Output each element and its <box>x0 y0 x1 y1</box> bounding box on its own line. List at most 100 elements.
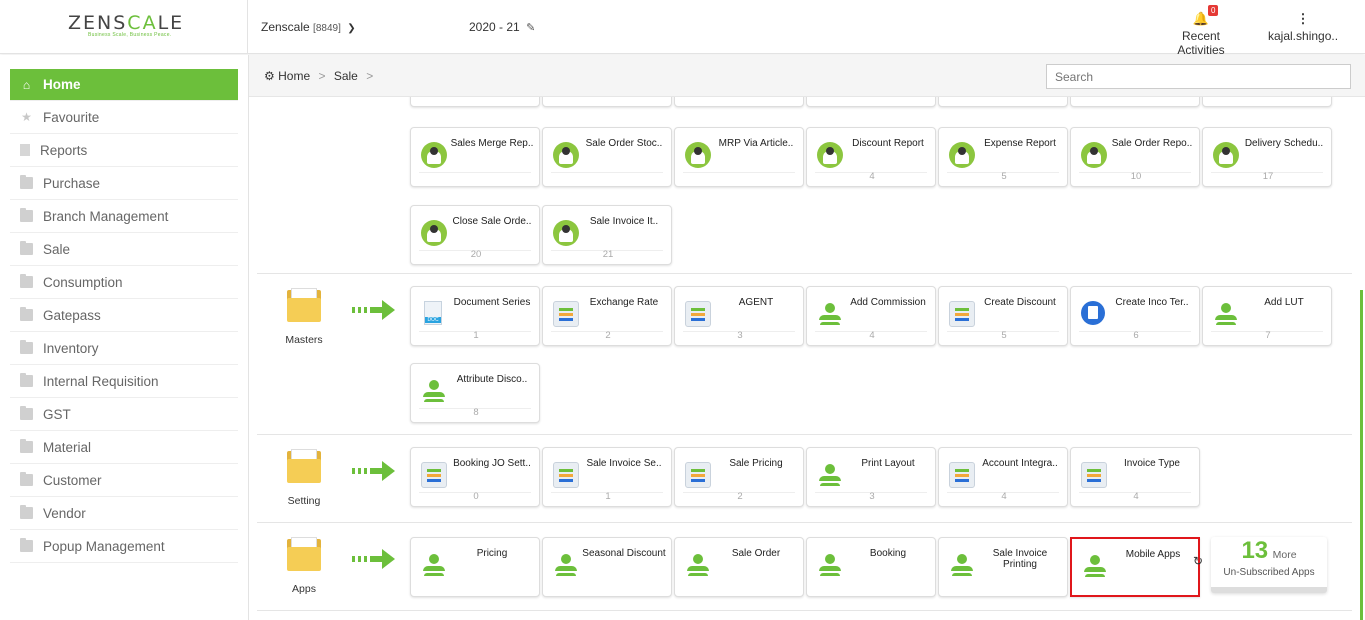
breadcrumb-home[interactable]: Home <box>278 69 310 83</box>
edit-icon[interactable]: ✎ <box>526 22 535 34</box>
master-card-document-series[interactable]: Document Series 1 <box>410 286 540 346</box>
card-number: 5 <box>1001 171 1007 182</box>
folder-icon <box>20 340 33 354</box>
app-card-pricing[interactable]: Pricing <box>410 537 540 597</box>
sidebar-item-favourite[interactable]: ★ Favourite <box>10 101 238 134</box>
sidebar-item-vendor[interactable]: Vendor <box>10 497 238 530</box>
sidebar-item-inventory[interactable]: Inventory <box>10 332 238 365</box>
user-icon <box>421 378 447 404</box>
report-card-partial[interactable] <box>410 97 540 107</box>
card-number: 3 <box>737 330 743 341</box>
master-card-exchange-rate[interactable]: Exchange Rate 2 <box>542 286 672 346</box>
main-content: Sales Merge Rep.. Sale Order Stoc.. MRP … <box>257 97 1352 620</box>
card-number: 17 <box>1262 171 1274 182</box>
report-card-sale-order-stock[interactable]: Sale Order Stoc.. <box>542 127 672 187</box>
master-card-attribute-discount[interactable]: Attribute Disco.. 8 <box>410 363 540 423</box>
report-card-sale-invoice-item[interactable]: Sale Invoice It.. 21 <box>542 205 672 265</box>
scrollbar[interactable] <box>1360 290 1363 620</box>
exchange-icon <box>553 301 579 327</box>
report-card-close-sale-order[interactable]: Close Sale Orde.. 20 <box>410 205 540 265</box>
app-card-mobile-apps[interactable]: Mobile Apps <box>1070 537 1200 597</box>
sidebar-item-branch-management[interactable]: Branch Management <box>10 200 238 233</box>
sidebar-item-material[interactable]: Material <box>10 431 238 464</box>
sidebar-item-customer[interactable]: Customer <box>10 464 238 497</box>
folder-icon <box>20 406 33 420</box>
breadcrumb-sale[interactable]: Sale <box>334 69 358 83</box>
logo[interactable]: ZENSCALE Business Scale, Business Peace. <box>0 0 248 54</box>
arrow-right-icon <box>352 461 402 481</box>
mobile-icon <box>421 462 447 488</box>
card-number: 4 <box>1001 491 1007 502</box>
report-card-delivery-schedule[interactable]: Delivery Schedu.. 17 <box>1202 127 1332 187</box>
report-card-partial[interactable] <box>674 97 804 107</box>
sidebar-item-consumption[interactable]: Consumption <box>10 266 238 299</box>
sidebar-item-popup-management[interactable]: Popup Management <box>10 530 238 563</box>
master-card-create-discount[interactable]: Create Discount 5 <box>938 286 1068 346</box>
card-number: 1 <box>473 330 479 341</box>
sidebar-item-home[interactable]: ⌂ Home <box>10 69 238 101</box>
master-card-add-lut[interactable]: Add LUT 7 <box>1202 286 1332 346</box>
user-icon <box>1213 301 1239 327</box>
arrow-right-icon <box>352 300 402 320</box>
card-title: Mobile Apps <box>1125 549 1181 560</box>
sidebar-item-gatepass[interactable]: Gatepass <box>10 299 238 332</box>
report-card-partial[interactable] <box>938 97 1068 107</box>
sidebar-item-label: Consumption <box>43 274 123 290</box>
sidebar-item-label: Vendor <box>43 505 86 521</box>
folder-icon <box>287 449 321 483</box>
setting-card-booking-jo[interactable]: Booking JO Sett.. 0 <box>410 447 540 507</box>
setting-card-sale-pricing[interactable]: Sale Pricing 2 <box>674 447 804 507</box>
sidebar-item-gst[interactable]: GST <box>10 398 238 431</box>
apps-folder[interactable]: Apps <box>279 537 329 595</box>
masters-section: Masters Document Series1 Exchange Rate2 … <box>257 274 1352 435</box>
report-card-discount-report[interactable]: Discount Report 4 <box>806 127 936 187</box>
company-selector[interactable]: Zenscale [8849] ❯ <box>261 20 356 34</box>
sidebar-item-purchase[interactable]: Purchase <box>10 167 238 200</box>
report-card-expense-report[interactable]: Expense Report 5 <box>938 127 1068 187</box>
refresh-icon[interactable]: ↻ <box>1193 554 1203 568</box>
report-card-sale-order-report[interactable]: Sale Order Repo.. 10 <box>1070 127 1200 187</box>
app-card-sale-invoice-printing[interactable]: Sale Invoice Printing <box>938 537 1068 597</box>
app-card-sale-order[interactable]: Sale Order <box>674 537 804 597</box>
user-menu[interactable]: ⋮ kajal.shingo.. <box>1268 9 1338 43</box>
report-card-partial[interactable] <box>1070 97 1200 107</box>
card-title: Delivery Schedu.. <box>1244 138 1324 149</box>
card-title: Add LUT <box>1264 297 1304 308</box>
user-icon <box>421 552 447 578</box>
card-number: 3 <box>869 491 875 502</box>
report-card-mrp-via-article[interactable]: MRP Via Article.. <box>674 127 804 187</box>
report-card-partial[interactable] <box>1202 97 1332 107</box>
master-card-add-commission[interactable]: Add Commission 4 <box>806 286 936 346</box>
folder-icon <box>20 241 33 255</box>
financial-year[interactable]: 2020 - 21 ✎ <box>469 20 535 34</box>
setting-folder[interactable]: Setting <box>279 449 329 507</box>
sidebar-item-label: Inventory <box>43 340 99 356</box>
setting-card-account-integration[interactable]: Account Integra.. 4 <box>938 447 1068 507</box>
top-header: ZENSCALE Business Scale, Business Peace.… <box>0 0 1365 57</box>
report-card-sales-merge[interactable]: Sales Merge Rep.. <box>410 127 540 187</box>
setting-card-print-layout[interactable]: Print Layout 3 <box>806 447 936 507</box>
sidebar-item-label: Home <box>43 77 81 92</box>
recent-activities-button[interactable]: 🔔 0 Recent Activities <box>1157 5 1245 57</box>
app-card-booking[interactable]: Booking <box>806 537 936 597</box>
notification-badge: 0 <box>1208 5 1219 16</box>
setting-card-invoice-type[interactable]: Invoice Type 4 <box>1070 447 1200 507</box>
unsubscribed-apps-button[interactable]: 13 More Un-Subscribed Apps <box>1211 537 1327 593</box>
master-card-create-inco-terms[interactable]: Create Inco Ter.. 6 <box>1070 286 1200 346</box>
logo-text: ZENSCALE <box>68 12 185 34</box>
app-card-seasonal-discount[interactable]: Seasonal Discount <box>542 537 672 597</box>
folder-icon <box>20 505 33 519</box>
report-card-partial[interactable] <box>806 97 936 107</box>
sidebar-item-label: Favourite <box>43 109 100 125</box>
sidebar-item-sale[interactable]: Sale <box>10 233 238 266</box>
search-input[interactable] <box>1046 64 1351 89</box>
setting-card-sale-invoice-series[interactable]: Sale Invoice Se.. 1 <box>542 447 672 507</box>
sidebar-item-reports[interactable]: Reports <box>10 134 238 167</box>
masters-folder[interactable]: Masters <box>279 288 329 346</box>
year-label: 2020 - 21 <box>469 20 520 34</box>
card-title: Sales Merge Rep.. <box>450 138 534 149</box>
sidebar-item-internal-requisition[interactable]: Internal Requisition <box>10 365 238 398</box>
card-title: Create Inco Ter.. <box>1115 297 1189 308</box>
report-card-partial[interactable] <box>542 97 672 107</box>
master-card-agent[interactable]: AGENT 3 <box>674 286 804 346</box>
